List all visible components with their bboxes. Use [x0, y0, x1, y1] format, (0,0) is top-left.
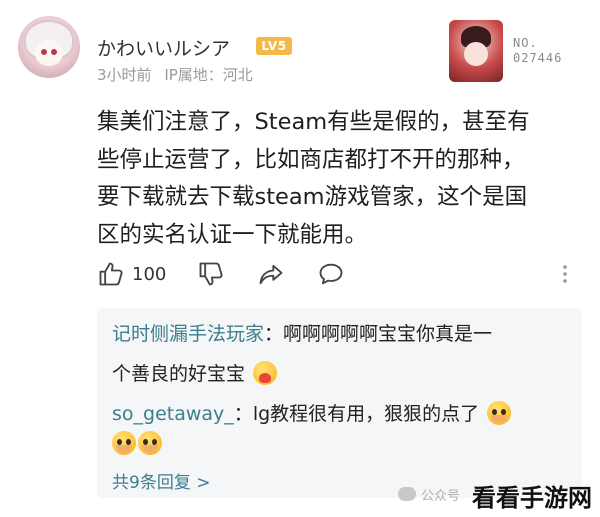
- decoration-number-value: 027446: [513, 51, 563, 65]
- content-line: 集美们注意了，Steam有些是假的，甚至有: [97, 109, 530, 135]
- thumbs-down-icon: [199, 262, 223, 286]
- watermark: 公众号: [398, 482, 460, 506]
- reply-colon: ：: [233, 403, 253, 425]
- post-content: 集美们注意了，Steam有些是假的，甚至有 些停止运营了，比如商店都打不开的那种…: [97, 104, 587, 254]
- like-count: 100: [132, 263, 167, 285]
- reply-colon: ：: [264, 323, 284, 345]
- share-button[interactable]: [257, 258, 285, 290]
- decoration-image: [449, 20, 503, 82]
- decoration-face: [464, 42, 488, 66]
- reply-item[interactable]: so_getaway_：lg教程很有用，狠狠的点了: [112, 401, 512, 427]
- reply-author[interactable]: 记时侧漏手法玩家: [112, 323, 264, 345]
- share-icon: [259, 264, 283, 285]
- post-meta: 3小时前 IP属地：河北: [97, 64, 253, 85]
- avatar-face: [35, 40, 63, 66]
- hug-emoji-icon: [253, 361, 278, 385]
- reply-item-continued: 个善良的好宝宝: [112, 361, 278, 387]
- site-logo: 看看手游网: [472, 484, 592, 512]
- watermark-text: 公众号: [421, 488, 461, 504]
- level-badge: LV5: [256, 37, 292, 55]
- pleading-emoji-icon: [112, 431, 136, 455]
- reply-text: 啊啊啊啊啊宝宝你真是一: [283, 323, 493, 345]
- profile-decoration-card[interactable]: NO. 027446: [449, 20, 577, 82]
- decoration-number-label: NO.: [513, 36, 538, 50]
- like-button[interactable]: 100: [97, 258, 166, 290]
- post-time: 3小时前: [97, 66, 152, 84]
- wechat-icon: [398, 487, 416, 501]
- content-line: 些停止运营了，比如商店都打不开的那种，: [97, 146, 525, 173]
- comment-icon: [319, 263, 343, 285]
- pleading-emoji-icon: [487, 401, 512, 425]
- pleading-emoji-icon: [138, 431, 162, 455]
- reply-text: lg教程很有用，狠狠的点了: [252, 403, 480, 425]
- reply-item-continued: [112, 431, 162, 457]
- dislike-button[interactable]: [197, 258, 225, 290]
- user-avatar[interactable]: [18, 16, 80, 78]
- content-line: 区的实名认证一下就能用。: [97, 221, 368, 248]
- action-bar: 100: [97, 258, 587, 290]
- reply-text: 个善良的好宝宝: [112, 363, 246, 385]
- avatar-eye-right: [51, 49, 57, 55]
- thumbs-up-icon: [99, 262, 123, 286]
- view-more-replies-link[interactable]: 共9条回复 >: [112, 468, 210, 493]
- comment-button[interactable]: [317, 258, 345, 290]
- replies-section: 记时侧漏手法玩家：啊啊啊啊啊宝宝你真是一 个善良的好宝宝 so_getaway_…: [97, 308, 582, 498]
- content-line: 要下载就去下载steam游戏管家，这个是国: [97, 184, 528, 210]
- reply-author[interactable]: so_getaway_: [112, 403, 234, 425]
- decoration-number: NO. 027446: [513, 36, 562, 66]
- reply-item[interactable]: 记时侧漏手法玩家：啊啊啊啊啊宝宝你真是一: [112, 321, 492, 347]
- avatar-eye-left: [41, 49, 47, 55]
- more-vertical-icon: [563, 265, 567, 283]
- post-location: IP属地：河北: [164, 66, 253, 84]
- username[interactable]: かわいいルシア: [97, 34, 230, 61]
- more-options-button[interactable]: [559, 258, 571, 290]
